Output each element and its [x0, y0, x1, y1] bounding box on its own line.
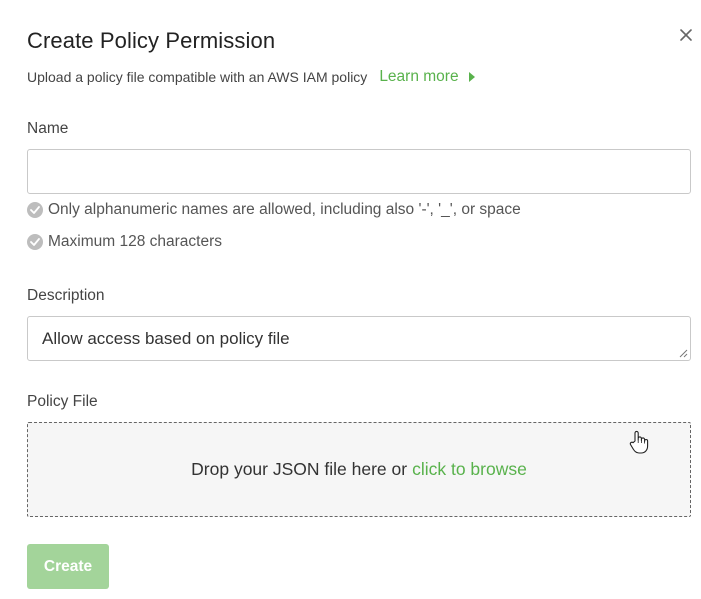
check-circle-icon — [27, 234, 43, 250]
name-label: Name — [27, 120, 69, 137]
rule-text: Maximum 128 characters — [48, 233, 223, 250]
check-circle-icon — [27, 202, 43, 218]
name-input[interactable] — [27, 149, 691, 194]
dialog-title: Create Policy Permission — [27, 28, 276, 53]
learn-more-label: Learn more — [379, 68, 459, 85]
create-button[interactable]: Create — [27, 544, 109, 589]
description-label: Description — [27, 287, 105, 304]
resize-grip-icon[interactable] — [678, 348, 688, 358]
close-icon[interactable] — [676, 25, 696, 45]
browse-link[interactable]: click to browse — [412, 459, 527, 480]
rule-text: Only alphanumeric names are allowed, inc… — [48, 201, 521, 218]
name-rule-alphanumeric: Only alphanumeric names are allowed, inc… — [27, 201, 521, 219]
create-policy-dialog: Create Policy Permission Upload a policy… — [0, 0, 701, 599]
description-textarea[interactable]: Allow access based on policy file — [28, 317, 690, 360]
policy-file-label: Policy File — [27, 393, 98, 410]
dialog-subtitle: Upload a policy file compatible with an … — [27, 68, 475, 86]
caret-right-icon — [468, 72, 475, 82]
name-rule-max-length: Maximum 128 characters — [27, 233, 222, 251]
learn-more-link[interactable]: Learn more — [379, 68, 475, 86]
policy-file-dropzone[interactable]: Drop your JSON file here or click to bro… — [27, 422, 691, 517]
dropzone-text: Drop your JSON file here or — [191, 459, 408, 479]
description-field: Allow access based on policy file — [27, 316, 691, 361]
subtitle-text: Upload a policy file compatible with an … — [27, 69, 368, 85]
